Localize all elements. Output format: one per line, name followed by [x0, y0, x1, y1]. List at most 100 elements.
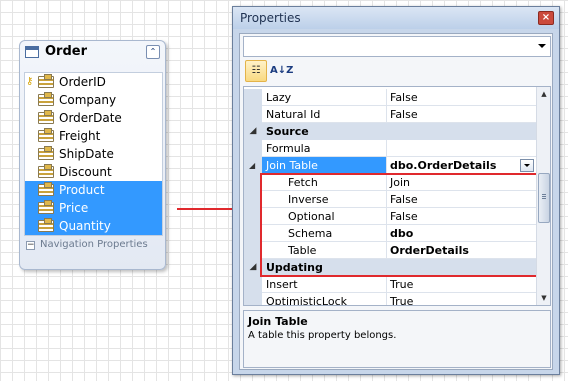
property-name: Inverse [262, 191, 387, 208]
entity-property-row[interactable]: Company [25, 91, 162, 109]
object-selector-dropdown[interactable] [243, 36, 551, 57]
entity-header[interactable]: Order ⌃ [20, 41, 165, 65]
chevron-down-icon[interactable] [538, 44, 546, 48]
properties-panel: ☷ A↓Z Lazy False Natural Id False ◢ Source For… [239, 33, 553, 370]
properties-titlebar[interactable]: Properties × [233, 7, 559, 29]
property-value-text: OrderDetails [390, 244, 469, 257]
property-value[interactable]: False [387, 89, 537, 106]
row-margin [244, 106, 262, 123]
property-category-row[interactable]: ◢ Updating [244, 259, 537, 276]
property-value-text: Join [390, 176, 411, 189]
collapse-button[interactable]: ⌃ [146, 45, 160, 59]
entity-property-label: Quantity [59, 219, 111, 233]
categorized-view-button[interactable]: ☷ [245, 60, 267, 82]
entity-icon [25, 46, 39, 58]
collapse-triangle-icon[interactable]: ◢ [244, 123, 262, 140]
description-text: A table this property belongs. [248, 330, 397, 341]
entity-property-label: ShipDate [59, 147, 114, 161]
property-value-text: False [390, 91, 418, 104]
property-row[interactable]: Lazy False [244, 89, 537, 106]
entity-property-row[interactable]: ⚷ OrderID [25, 73, 162, 91]
property-row[interactable]: Schema dbo [244, 225, 537, 242]
property-value-text: True [390, 295, 414, 306]
entity-property-label: OrderDate [59, 111, 122, 125]
row-margin [244, 242, 262, 259]
entity-property-row[interactable]: Discount [25, 163, 162, 181]
collapse-section-icon[interactable]: − [26, 241, 35, 250]
property-icon [38, 92, 54, 106]
property-row[interactable]: Insert True [244, 276, 537, 293]
collapse-triangle-icon[interactable]: ◢ [244, 259, 262, 276]
property-name: Updating [266, 261, 323, 274]
property-row[interactable]: Join Table ◢ dbo.OrderDetails [244, 157, 537, 174]
property-value[interactable]: False [387, 191, 537, 208]
property-value[interactable]: True [387, 293, 537, 306]
entity-property-row[interactable]: Freight [25, 127, 162, 145]
property-row[interactable]: Table OrderDetails [244, 242, 537, 259]
property-row[interactable]: Optional False [244, 208, 537, 225]
navigation-properties-section[interactable]: − Navigation Properties [24, 237, 163, 253]
property-row[interactable]: Fetch Join [244, 174, 537, 191]
property-name: Optional [262, 208, 387, 225]
vertical-scrollbar[interactable]: ▲ ▼ [536, 87, 550, 305]
property-value[interactable]: Join [387, 174, 537, 191]
entity-property-row[interactable]: ShipDate [25, 145, 162, 163]
properties-window: Properties × ☷ A↓Z Lazy False Natural Id Fa… [232, 6, 560, 375]
property-name: Schema [262, 225, 387, 242]
row-margin [244, 140, 262, 157]
property-name: Source [266, 125, 309, 138]
property-value-text: dbo [390, 227, 414, 240]
property-row[interactable]: Natural Id False [244, 106, 537, 123]
property-icon [38, 218, 54, 232]
row-margin [244, 191, 262, 208]
property-grid-rows: Lazy False Natural Id False ◢ Source Formula Jo… [244, 89, 537, 306]
entity-property-row[interactable]: Price [25, 199, 162, 217]
property-name: Formula [262, 140, 387, 157]
entity-property-row[interactable]: Product [25, 181, 162, 199]
property-name: Fetch [262, 174, 387, 191]
properties-title: Properties [240, 11, 301, 25]
navigation-properties-label: Navigation Properties [40, 239, 148, 250]
property-value-text: False [390, 193, 418, 206]
expand-triangle-icon[interactable]: ◢ [249, 162, 256, 170]
property-value[interactable]: True [387, 276, 537, 293]
entity-property-label: Freight [59, 129, 101, 143]
property-value[interactable]: False [387, 106, 537, 123]
properties-toolbar: ☷ A↓Z [243, 60, 551, 84]
property-value[interactable]: OrderDetails [387, 242, 537, 259]
property-value[interactable] [387, 140, 537, 157]
scroll-down-icon[interactable]: ▼ [538, 292, 550, 304]
property-name: Natural Id [262, 106, 387, 123]
close-icon[interactable]: × [538, 11, 554, 25]
property-name: Lazy [262, 89, 387, 106]
description-title: Join Table [248, 315, 308, 328]
key-icon: ⚷ [26, 76, 34, 87]
property-value[interactable]: False [387, 208, 537, 225]
entity-property-row[interactable]: Quantity [25, 217, 162, 235]
entity-property-label: Company [59, 93, 117, 107]
entity-property-row[interactable]: OrderDate [25, 109, 162, 127]
property-icon [38, 182, 54, 196]
value-dropdown-button[interactable] [520, 159, 534, 172]
property-row[interactable]: Formula [244, 140, 537, 157]
property-icon [38, 128, 54, 142]
row-margin [244, 293, 262, 305]
grip-icon [542, 194, 546, 200]
scroll-up-icon[interactable]: ▲ [538, 88, 550, 100]
property-row[interactable]: Inverse False [244, 191, 537, 208]
scroll-thumb[interactable] [538, 173, 550, 223]
property-value[interactable]: dbo.OrderDetails [387, 157, 537, 174]
property-name: Insert [262, 276, 387, 293]
property-value[interactable]: dbo [387, 225, 537, 242]
entity-property-label: OrderID [59, 75, 106, 89]
property-row[interactable]: OptimisticLock True [244, 293, 537, 306]
alphabetical-sort-button[interactable]: A↓Z [269, 60, 293, 82]
property-value-text: False [390, 108, 418, 121]
property-icon [38, 110, 54, 124]
property-value-text: dbo.OrderDetails [390, 159, 497, 172]
property-name: Join Table [262, 157, 387, 174]
entity-order-shape[interactable]: Order ⌃ ⚷ OrderID Company OrderDate Freight S… [19, 40, 166, 270]
row-margin [244, 174, 262, 191]
property-category-row[interactable]: ◢ Source [244, 123, 537, 140]
row-margin [244, 276, 262, 293]
